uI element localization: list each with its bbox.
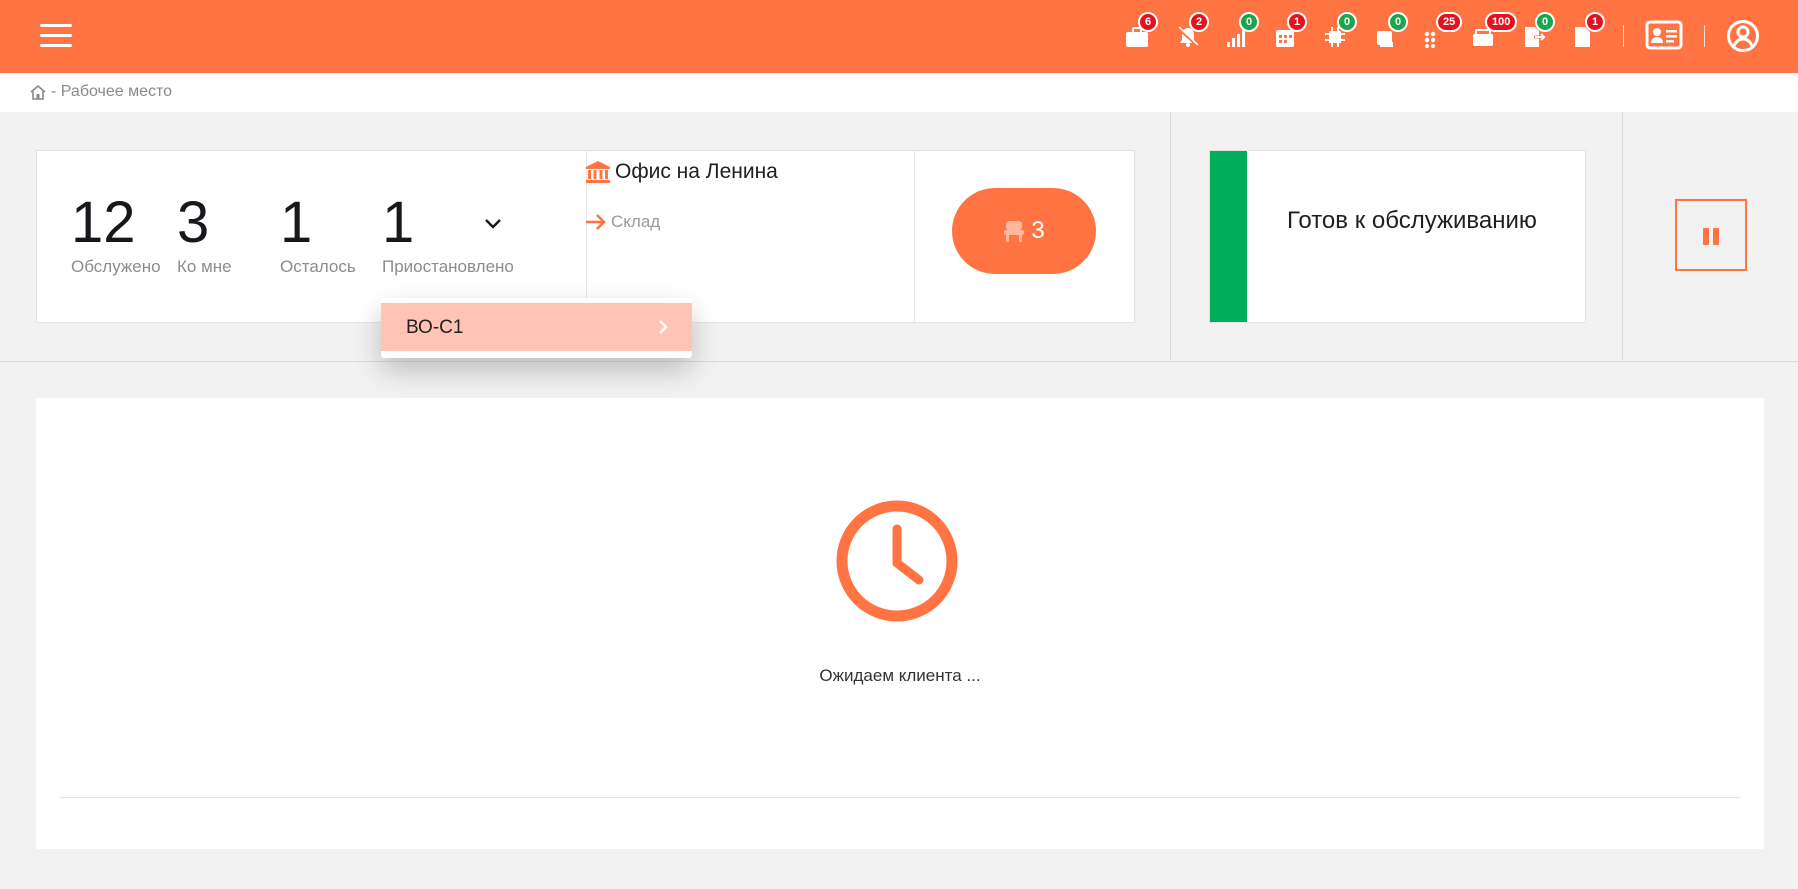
section-divider bbox=[1622, 112, 1623, 360]
office-name-text: Офис на Ленина bbox=[615, 160, 778, 183]
dropdown-item[interactable]: ВО-С1 bbox=[381, 303, 692, 351]
stat-remaining-value: 1 bbox=[280, 190, 313, 255]
stats-section: 12 Обслужено 3 Ко мне 1 Осталось 1 Приос… bbox=[0, 112, 1798, 362]
paused-dropdown: ВО-С1 bbox=[381, 298, 692, 358]
clock-icon bbox=[836, 500, 958, 622]
stat-served-value: 12 bbox=[71, 190, 136, 255]
bell-off-badge: 2 bbox=[1189, 12, 1210, 32]
stat-remaining: 1 Осталось bbox=[280, 191, 356, 277]
chevron-down-icon[interactable] bbox=[484, 217, 502, 235]
queue-count: 3 bbox=[1031, 217, 1045, 244]
pause-icon bbox=[1703, 228, 1709, 245]
status-card: Готов к обслуживанию bbox=[1209, 150, 1586, 323]
stat-paused-label: Приостановлено bbox=[382, 257, 514, 276]
id-card-icon[interactable] bbox=[1645, 20, 1683, 52]
pause-icon bbox=[1713, 228, 1719, 245]
warehouse-link-text: Склад bbox=[611, 212, 661, 231]
file-badge: 1 bbox=[1585, 12, 1606, 32]
warehouse-link[interactable]: Склад bbox=[585, 212, 660, 232]
grid-icon[interactable]: 25 bbox=[1423, 12, 1463, 52]
inbox-icon[interactable]: 100 bbox=[1472, 12, 1518, 52]
topbar-separator bbox=[1704, 25, 1705, 47]
arrow-right-icon bbox=[586, 214, 606, 230]
breadcrumb-bar: - Рабочее место bbox=[0, 73, 1798, 112]
status-text: Готов к обслуживанию bbox=[1287, 207, 1537, 234]
user-circle-icon[interactable] bbox=[1726, 19, 1760, 53]
briefcase-icon[interactable]: 6 bbox=[1125, 12, 1159, 52]
queue-button[interactable]: 3 bbox=[952, 188, 1096, 274]
calendar-icon[interactable]: 1 bbox=[1274, 12, 1308, 52]
hamburger-menu-icon[interactable] bbox=[40, 24, 72, 47]
breadcrumb-text: - Рабочее место bbox=[51, 83, 173, 100]
chip-badge: 0 bbox=[1337, 12, 1358, 32]
chair-icon bbox=[1004, 221, 1025, 242]
chip-icon[interactable]: 0 bbox=[1324, 12, 1358, 52]
stat-to-me-label: Ко мне bbox=[177, 257, 232, 276]
stat-to-me-value: 3 bbox=[177, 190, 210, 255]
home-icon[interactable] bbox=[29, 84, 47, 100]
status-indicator bbox=[1210, 151, 1247, 322]
briefcase-badge: 6 bbox=[1138, 12, 1159, 32]
file-export-badge: 0 bbox=[1535, 12, 1556, 32]
printer-badge: 0 bbox=[1388, 12, 1409, 32]
stat-served-label: Обслужено bbox=[71, 257, 161, 276]
printer-icon[interactable]: 0 bbox=[1375, 12, 1409, 52]
bell-off-icon[interactable]: 2 bbox=[1176, 12, 1210, 52]
grid-badge: 25 bbox=[1436, 12, 1463, 32]
stat-remaining-label: Осталось bbox=[280, 257, 356, 276]
divider-line bbox=[60, 797, 1740, 798]
top-bar: 6 2 0 1 0 0 25 100 0 1 bbox=[0, 0, 1798, 73]
breadcrumb: - Рабочее место bbox=[29, 83, 172, 101]
calendar-badge: 1 bbox=[1287, 12, 1308, 32]
dropdown-item-label: ВО-С1 bbox=[406, 317, 464, 338]
inbox-badge: 100 bbox=[1485, 12, 1518, 32]
topbar-separator bbox=[1623, 25, 1624, 47]
signal-bars-icon[interactable]: 0 bbox=[1226, 12, 1260, 52]
bank-icon bbox=[586, 161, 610, 183]
stat-to-me: 3 Ко мне bbox=[177, 191, 232, 277]
section-divider bbox=[1170, 112, 1171, 360]
file-icon[interactable]: 1 bbox=[1572, 12, 1606, 52]
chevron-right-icon bbox=[659, 320, 668, 334]
pause-button[interactable] bbox=[1675, 199, 1747, 271]
card-divider bbox=[914, 151, 915, 322]
stat-served: 12 Обслужено bbox=[71, 191, 161, 277]
signal-bars-badge: 0 bbox=[1239, 12, 1260, 32]
main-panel: Ожидаем клиента ... bbox=[36, 398, 1764, 849]
waiting-text: Ожидаем клиента ... bbox=[819, 666, 981, 685]
file-export-icon[interactable]: 0 bbox=[1522, 12, 1556, 52]
office-name: Офис на Ленина bbox=[585, 160, 778, 184]
